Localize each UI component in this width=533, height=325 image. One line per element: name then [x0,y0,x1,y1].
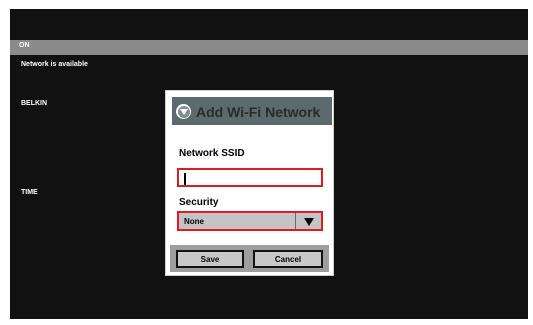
network-item-belkin[interactable]: BELKIN [21,100,47,107]
dialog-header: Add Wi-Fi Network [172,97,332,125]
network-status-message: Network is available [21,61,88,68]
text-caret [184,173,186,185]
button-bar: Save Cancel [170,245,329,272]
wifi-status-label: ON [19,42,30,49]
save-button[interactable]: Save [176,250,244,268]
security-label: Security [179,197,219,208]
dialog-title: Add Wi-Fi Network [196,104,321,120]
security-selected-value: None [184,217,204,226]
dropdown-circle-icon [176,104,191,119]
security-select[interactable]: None [177,211,323,231]
ssid-label: Network SSID [179,148,245,159]
triangle-down-icon[interactable] [298,215,320,229]
status-bar: ON [10,40,528,55]
network-item-time[interactable]: TIME [21,189,38,196]
ssid-input[interactable] [177,168,323,187]
select-divider [295,213,296,229]
add-wifi-dialog: Add Wi-Fi Network Network SSID Security … [165,90,334,276]
cancel-button[interactable]: Cancel [253,250,323,268]
screen: ON Network is available BELKIN TIME Add … [10,9,528,319]
